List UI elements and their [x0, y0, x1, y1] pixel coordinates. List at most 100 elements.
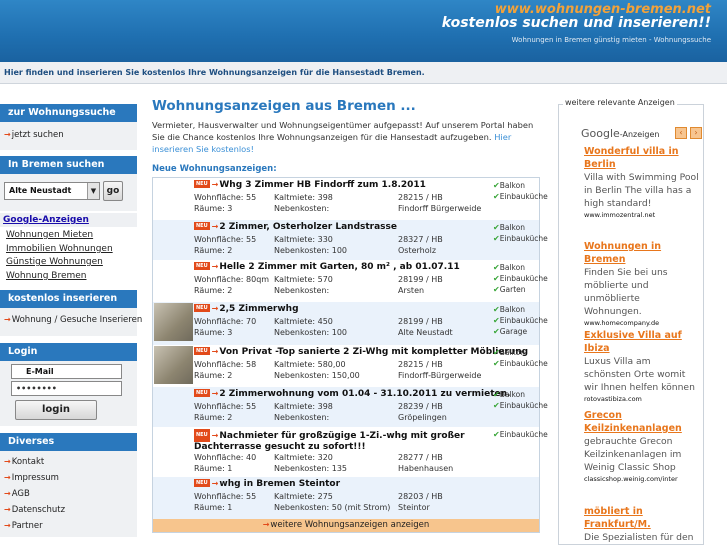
new-badge: NEU	[194, 222, 210, 230]
listing-zip: 28215 / HB	[398, 193, 443, 202]
google-link[interactable]: Wohnungen Mieten	[6, 229, 131, 243]
arrow-icon: →	[211, 431, 219, 440]
listing-features: ✔Balkon ✔Einbauküche	[493, 223, 548, 243]
google-link[interactable]: Immobilien Wohnungen	[6, 243, 131, 257]
email-field[interactable]: E-Mail	[11, 364, 122, 379]
ad-headline[interactable]: Grecon Keilzinkenanlagen	[584, 409, 699, 435]
misc-head: Diverses	[0, 433, 137, 451]
listing-rent: Kaltmiete: 580,00	[274, 360, 346, 369]
check-icon: ✔	[493, 274, 500, 283]
listing-rent: Kaltmiete: 398	[274, 193, 333, 202]
ad-headline[interactable]: Exklusive Villa auf Ibiza	[584, 329, 699, 355]
ad-url[interactable]: www.immozentral.net	[584, 210, 699, 220]
table-row[interactable]: NEU →2,5 Zimmerwhg Wohnfläche: 70 Räume: 3 K…	[153, 302, 548, 345]
listing-rooms: Räume: 1	[194, 464, 233, 473]
table-row[interactable]: NEU →Nachmieter für großzügige 1-Zi.-whg …	[153, 427, 548, 477]
table-row[interactable]: NEU →2 Zimmer, Osterholzer Landstrasse Woh…	[153, 220, 548, 260]
login-button[interactable]: login	[15, 400, 97, 420]
check-icon: ✔	[493, 192, 500, 201]
arrow-icon: →	[4, 473, 11, 482]
arrow-icon: →	[262, 520, 270, 529]
site-header: www.wohnungen-bremen.net kostenlos suche…	[0, 0, 727, 62]
listing-area: Wohnfläche: 55	[194, 193, 257, 202]
ad-item[interactable]: möbliert in Frankfurt/M. Die Spezialisten…	[584, 505, 699, 545]
listing-title[interactable]: NEU →Nachmieter für großzügige 1-Zi.-whg …	[194, 429, 494, 453]
listing-zip: 28199 / HB	[398, 275, 443, 284]
ad-url[interactable]: classicshop.weinig.com/inter	[584, 474, 699, 484]
ad-item[interactable]: Grecon Keilzinkenanlagen gebrauchte Greco…	[584, 409, 699, 484]
ad-url[interactable]: www.homecompany.de	[584, 318, 699, 328]
search-link[interactable]: →jetzt suchen	[4, 128, 133, 142]
check-icon: ✔	[493, 263, 500, 272]
ad-url[interactable]: rotovastibiza.com	[584, 394, 699, 404]
misc-link-kontakt[interactable]: →Kontakt	[4, 454, 133, 470]
listing-title[interactable]: NEU →2 Zimmer, Osterholzer Landstrasse	[194, 222, 397, 232]
misc-link-agb[interactable]: →AGB	[4, 486, 133, 502]
new-badge: NEU	[194, 389, 210, 397]
listing-title[interactable]: NEU →Whg 3 Zimmer HB Findorff zum 1.8.201…	[194, 180, 426, 190]
arrow-icon: →	[4, 130, 11, 139]
ad-headline[interactable]: Wonderful villa in Berlin	[584, 145, 699, 171]
listing-title[interactable]: NEU →Von Privat -Top sanierte 2 Zi-Whg mi…	[194, 347, 528, 357]
listing-features: ✔Balkon ✔Einbauküche	[493, 390, 548, 410]
district-select[interactable]: Alte Neustadt ▼	[4, 182, 100, 200]
insert-head: kostenlos inserieren	[0, 290, 137, 308]
sidebar: zur Wohnungssuche →jetzt suchen In Breme…	[0, 104, 142, 537]
listing-zip: 28203 / HB	[398, 492, 443, 501]
listing-district: Arsten	[398, 286, 425, 295]
ad-item[interactable]: Exklusive Villa auf Ibiza Luxus Villa am …	[584, 329, 699, 404]
ad-headline[interactable]: möbliert in Frankfurt/M.	[584, 505, 699, 531]
listing-rooms: Räume: 3	[194, 204, 233, 213]
ad-item[interactable]: Wohnungen in Bremen Finden Sie bei uns mö…	[584, 240, 699, 328]
listing-rent: Kaltmiete: 275	[274, 492, 333, 501]
prev-icon[interactable]: ‹	[675, 127, 687, 139]
listing-title[interactable]: NEU →Helle 2 Zimmer mit Garten, 80 m² , a…	[194, 262, 460, 272]
more-listings-button[interactable]: →weitere Wohnungsanzeigen anzeigen	[153, 518, 539, 532]
listing-title[interactable]: NEU →2,5 Zimmerwhg	[194, 304, 299, 314]
listing-rooms: Räume: 2	[194, 413, 233, 422]
go-button[interactable]: go	[103, 181, 123, 201]
listing-area: Wohnfläche: 70	[194, 317, 257, 326]
search-head: zur Wohnungssuche	[0, 104, 137, 122]
arrow-icon: →	[4, 505, 11, 514]
ad-item[interactable]: Wonderful villa in Berlin Villa with Swim…	[584, 145, 699, 220]
listing-thumbnail[interactable]	[154, 346, 193, 384]
table-row[interactable]: NEU →Helle 2 Zimmer mit Garten, 80 m² , a…	[153, 260, 548, 302]
misc-link-impressum[interactable]: →Impressum	[4, 470, 133, 486]
arrow-icon: →	[211, 389, 219, 398]
check-icon: ✔	[493, 430, 500, 439]
check-icon: ✔	[493, 223, 500, 232]
misc-link-partner[interactable]: →Partner	[4, 518, 133, 534]
listing-district: Osterholz	[398, 246, 437, 255]
listing-title[interactable]: NEU →2 Zimmerwohnung vom 01.04 - 31.10.20…	[194, 389, 510, 399]
google-link[interactable]: Günstige Wohnungen	[6, 256, 131, 270]
page-title: Wohnungsanzeigen aus Bremen ...	[152, 98, 416, 114]
table-row[interactable]: NEU →2 Zimmerwohnung vom 01.04 - 31.10.20…	[153, 387, 548, 427]
check-icon: ✔	[493, 327, 500, 336]
listing-rent: Kaltmiete: 320	[274, 453, 333, 462]
table-row[interactable]: NEU →Whg 3 Zimmer HB Findorff zum 1.8.201…	[153, 178, 548, 220]
arrow-icon: →	[4, 489, 11, 498]
check-icon: ✔	[493, 234, 500, 243]
intro-text: Vermieter, Hausverwalter und Wohnungseig…	[152, 120, 534, 154]
google-link[interactable]: Wohnung Bremen	[6, 270, 131, 284]
table-row[interactable]: NEU →Von Privat -Top sanierte 2 Zi-Whg mi…	[153, 345, 548, 387]
listing-features: ✔Einbauküche	[493, 430, 548, 439]
listing-area: Wohnfläche: 40	[194, 453, 257, 462]
misc-link-datenschutz[interactable]: →Datenschutz	[4, 502, 133, 518]
listing-thumbnail[interactable]	[154, 303, 193, 341]
listing-title[interactable]: NEU →whg in Bremen Steintor	[194, 479, 340, 489]
listing-extra-costs: Nebenkosten:	[274, 204, 330, 213]
site-tagline: kostenlos suchen und inserieren!!	[441, 15, 711, 31]
listing-extra-costs: Nebenkosten: 135	[274, 464, 348, 473]
listing-area: Wohnfläche: 58	[194, 360, 257, 369]
google-ads-head[interactable]: Google-Anzeigen	[0, 213, 137, 227]
listing-features: ✔Balkon ✔Einbauküche ✔Garten	[493, 263, 548, 294]
check-icon: ✔	[493, 316, 500, 325]
ad-headline[interactable]: Wohnungen in Bremen	[584, 240, 699, 266]
next-icon[interactable]: ›	[690, 127, 702, 139]
password-field[interactable]: ••••••••	[11, 381, 122, 396]
table-row[interactable]: NEU →whg in Bremen Steintor Wohnfläche: 55…	[153, 477, 539, 519]
insert-link[interactable]: →Wohnung / Gesuche Inserieren	[4, 313, 142, 327]
listing-zip: 28199 / HB	[398, 317, 443, 326]
